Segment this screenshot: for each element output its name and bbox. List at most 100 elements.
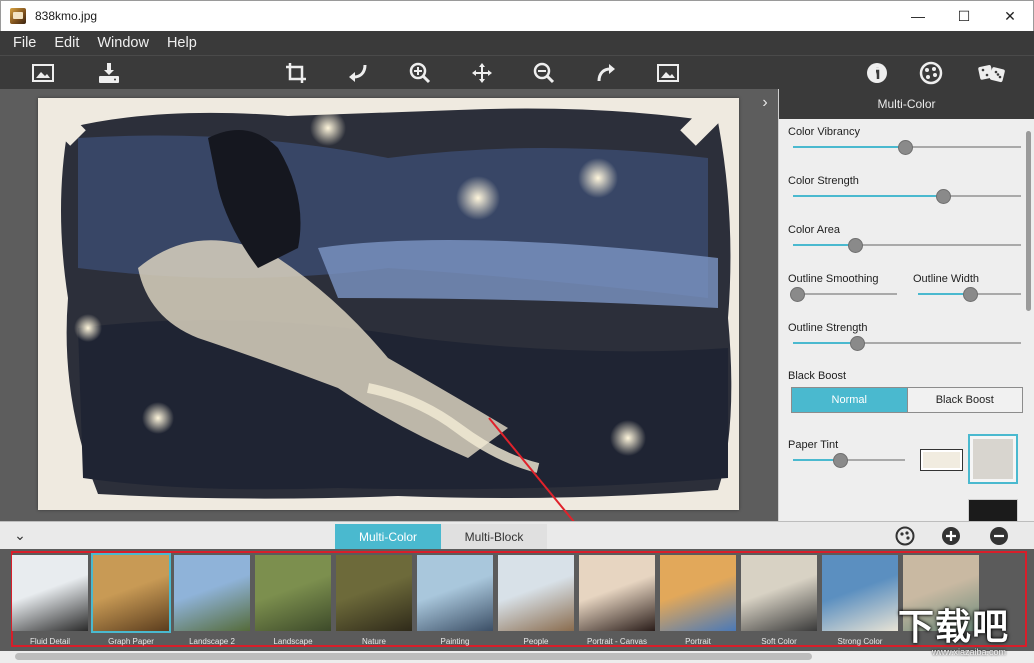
preset-thumbnail[interactable] bbox=[336, 555, 412, 631]
menu-file[interactable]: File bbox=[4, 31, 45, 55]
save-button[interactable] bbox=[95, 59, 123, 87]
preset-thumbnail[interactable] bbox=[174, 555, 250, 631]
tab-multi-block[interactable]: Multi-Block bbox=[441, 524, 547, 550]
black-boost-option[interactable]: Black Boost bbox=[906, 388, 1022, 412]
normal-option[interactable]: Normal bbox=[792, 388, 907, 412]
preset-thumbnail[interactable] bbox=[12, 555, 88, 631]
artwork-canvas[interactable] bbox=[38, 98, 739, 510]
collapse-panel-button[interactable]: › bbox=[757, 95, 773, 111]
preset-thumbnail[interactable] bbox=[579, 555, 655, 631]
slider-thumb[interactable] bbox=[849, 336, 865, 351]
undo-icon bbox=[349, 64, 367, 82]
pan-move-icon bbox=[472, 63, 492, 83]
preset-thumbnail[interactable] bbox=[91, 553, 171, 633]
panel-scrollbar[interactable] bbox=[1026, 131, 1031, 311]
paper-tint-label: Paper Tint bbox=[788, 439, 839, 451]
crop-icon bbox=[286, 63, 306, 83]
outline-strength-slider[interactable] bbox=[793, 336, 1021, 351]
preset-label: Portrait bbox=[685, 637, 711, 646]
remove-preset-icon[interactable] bbox=[989, 526, 1009, 546]
preset-strip: Fluid Detail Graph Paper Landscape 2 Landsc… bbox=[0, 549, 1034, 663]
slider-thumb[interactable] bbox=[790, 287, 805, 302]
settings-panel: Multi-Color Color Vibrancy Color Strengt… bbox=[778, 89, 1034, 521]
color-area-slider[interactable] bbox=[793, 238, 1021, 253]
preset-thumbnail[interactable] bbox=[498, 555, 574, 631]
preset-thumbnail[interactable] bbox=[741, 555, 817, 631]
zoom-out-icon bbox=[533, 62, 555, 84]
panel-title: Multi-Color bbox=[779, 89, 1034, 119]
slider-thumb[interactable] bbox=[833, 453, 849, 468]
preset-scrollbar[interactable] bbox=[15, 653, 812, 660]
preset-label: Landscape bbox=[273, 637, 313, 646]
preset-label: People bbox=[523, 637, 549, 646]
paper-texture-preview-secondary[interactable] bbox=[968, 499, 1018, 521]
paper-texture-preview[interactable] bbox=[968, 434, 1018, 484]
preset-label: Soft Color bbox=[761, 637, 797, 646]
zoom-in-button[interactable] bbox=[406, 59, 434, 87]
palette-button[interactable] bbox=[917, 59, 945, 87]
black-boost-label: Black Boost bbox=[788, 370, 847, 382]
window-controls: — ☐ ✕ bbox=[895, 1, 1033, 31]
undo-button[interactable] bbox=[344, 59, 372, 87]
pan-button[interactable] bbox=[468, 59, 496, 87]
color-area-label: Color Area bbox=[788, 224, 840, 236]
palette-small-icon[interactable] bbox=[895, 526, 915, 546]
outline-strength-label: Outline Strength bbox=[788, 322, 868, 334]
style-tabs: Multi-Color Multi-Block bbox=[335, 524, 547, 550]
open-image-button[interactable] bbox=[29, 59, 57, 87]
artwork-image bbox=[40, 100, 732, 499]
black-boost-toggle: Normal Black Boost bbox=[791, 387, 1023, 413]
menu-bar: File Edit Window Help bbox=[0, 31, 1034, 55]
slider-thumb[interactable] bbox=[936, 189, 952, 204]
title-bar: 838kmo.jpg — ☐ ✕ bbox=[0, 0, 1034, 31]
color-strength-label: Color Strength bbox=[788, 175, 859, 187]
info-button[interactable] bbox=[863, 59, 891, 87]
watermark-url: www.xiazaiba.com bbox=[932, 647, 1007, 657]
open-image-icon bbox=[32, 64, 54, 82]
maximize-button[interactable]: ☐ bbox=[941, 1, 987, 31]
tab-multi-color[interactable]: Multi-Color bbox=[335, 524, 441, 550]
preset-thumbnail[interactable] bbox=[822, 555, 898, 631]
outline-smoothing-label: Outline Smoothing bbox=[788, 273, 879, 285]
fit-image-button[interactable] bbox=[654, 59, 682, 87]
paper-tint-slider[interactable] bbox=[793, 453, 905, 468]
paper-tint-color-swatch[interactable] bbox=[920, 449, 963, 471]
preset-thumbnail[interactable] bbox=[660, 555, 736, 631]
window-title: 838kmo.jpg bbox=[35, 9, 98, 23]
menu-edit[interactable]: Edit bbox=[45, 31, 88, 55]
slider-thumb[interactable] bbox=[897, 140, 913, 155]
preset-thumbnail[interactable] bbox=[255, 555, 331, 631]
color-vibrancy-label: Color Vibrancy bbox=[788, 126, 860, 138]
crop-button[interactable] bbox=[282, 59, 310, 87]
fit-image-icon bbox=[657, 64, 679, 82]
outline-width-slider[interactable] bbox=[918, 287, 1021, 302]
add-preset-icon[interactable] bbox=[941, 526, 961, 546]
minimize-button[interactable]: — bbox=[895, 1, 941, 31]
redo-button[interactable] bbox=[592, 59, 620, 87]
info-icon bbox=[867, 63, 887, 83]
preset-label: Painting bbox=[440, 637, 470, 646]
watermark-logo: 下载吧 bbox=[898, 606, 1010, 647]
color-strength-slider[interactable] bbox=[793, 189, 1021, 204]
zoom-in-icon bbox=[409, 62, 431, 84]
random-button[interactable] bbox=[976, 59, 1008, 87]
outline-smoothing-slider[interactable] bbox=[790, 287, 897, 302]
slider-thumb[interactable] bbox=[962, 287, 978, 302]
preset-bar: ⌄ Multi-Color Multi-Block bbox=[0, 521, 1034, 550]
close-button[interactable]: ✕ bbox=[987, 1, 1033, 31]
outline-width-label: Outline Width bbox=[913, 273, 980, 285]
slider-thumb[interactable] bbox=[847, 238, 863, 253]
menu-window[interactable]: Window bbox=[88, 31, 158, 55]
preset-label: Fluid Detail bbox=[29, 637, 70, 646]
menu-help[interactable]: Help bbox=[158, 31, 206, 55]
color-vibrancy-slider[interactable] bbox=[793, 140, 1021, 155]
preset-label: Graph Paper bbox=[108, 637, 154, 646]
canvas-area: › bbox=[0, 89, 778, 521]
preset-label: Portrait - Canvas bbox=[586, 637, 648, 646]
preset-thumbnail[interactable] bbox=[417, 555, 493, 631]
preset-label: Nature bbox=[361, 637, 386, 646]
toolbar bbox=[0, 55, 1034, 89]
app-icon bbox=[10, 8, 26, 24]
collapse-presets-button[interactable]: ⌄ bbox=[12, 527, 28, 543]
zoom-out-button[interactable] bbox=[530, 59, 558, 87]
